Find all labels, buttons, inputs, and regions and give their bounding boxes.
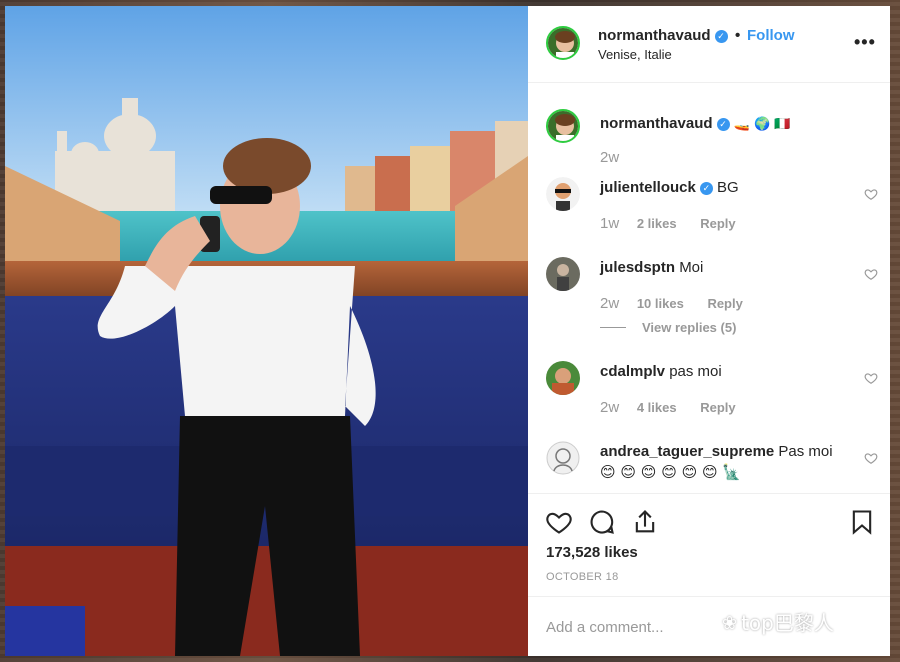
venice-boat-photo: [5, 6, 528, 656]
bookmark-icon[interactable]: [848, 508, 876, 536]
comment-text: cdalmplv pas moi: [600, 363, 722, 380]
post-header: normanthavaud ✓ • Follow Venise, Italie •…: [528, 6, 890, 83]
comment-likes-count[interactable]: 10 likes: [637, 296, 684, 311]
comment-age: 2w: [600, 295, 620, 312]
follow-button[interactable]: Follow: [747, 27, 795, 44]
verified-badge-icon: ✓: [699, 182, 713, 195]
wechat-logo-icon: ❀: [722, 613, 738, 634]
comment-meta: 1w 2 likes Reply: [600, 215, 736, 232]
comment-icon[interactable]: [588, 508, 616, 536]
watermark: ❀ top巴黎人: [722, 607, 834, 636]
comment-emoji-line: 😊 😊 😊 😊 😊 😊 🗽: [600, 463, 742, 481]
comment-like-heart-icon[interactable]: [864, 267, 878, 281]
comment-likes-count[interactable]: 4 likes: [637, 400, 677, 415]
comment-body: Moi: [679, 259, 704, 276]
watermark-text: top巴黎人: [741, 611, 834, 635]
comment-body: Pas moi: [778, 443, 833, 460]
comment-reply-button[interactable]: Reply: [707, 296, 742, 311]
comment-body: BG: [717, 179, 739, 196]
comment-like-heart-icon[interactable]: [864, 371, 878, 385]
comment-age: 1w: [600, 215, 620, 232]
commenter-avatar[interactable]: [546, 257, 580, 291]
like-heart-icon[interactable]: [545, 508, 573, 536]
comment-meta: 2w 4 likes Reply: [600, 399, 736, 416]
comment-likes-count[interactable]: 2 likes: [637, 216, 677, 231]
comments-list[interactable]: normanthavaud ✓ 🚤 🌍 🇮🇹 2w julientellouck ✓…: [528, 83, 890, 493]
post-location[interactable]: Venise, Italie: [598, 47, 672, 62]
view-replies-divider: [600, 327, 626, 328]
comment-username[interactable]: cdalmplv: [600, 363, 665, 380]
caption-age: 2w: [600, 149, 620, 166]
comment-reply-button[interactable]: Reply: [700, 400, 735, 415]
comment-age: 2w: [600, 399, 620, 416]
comment-body: pas moi: [669, 363, 722, 380]
caption-username[interactable]: normanthavaud: [600, 115, 713, 132]
comment-username[interactable]: julientellouck: [600, 179, 696, 196]
caption-text: normanthavaud ✓ 🚤 🌍 🇮🇹: [600, 115, 791, 132]
view-replies-label[interactable]: View replies (5): [642, 320, 736, 335]
caption-body: 🚤 🌍 🇮🇹: [733, 117, 791, 132]
post-side-panel: normanthavaud ✓ • Follow Venise, Italie •…: [528, 6, 890, 656]
comment-like-heart-icon[interactable]: [864, 451, 878, 465]
comment-text: julesdsptn Moi: [600, 259, 703, 276]
author-username-text[interactable]: normanthavaud: [598, 27, 711, 44]
header-separator: •: [735, 27, 741, 44]
commenter-avatar[interactable]: [546, 441, 580, 475]
post-likes-count[interactable]: 173,528 likes: [546, 544, 638, 561]
post-date[interactable]: OCTOBER 18: [546, 571, 619, 583]
comment-reply-button[interactable]: Reply: [700, 216, 735, 231]
comment-meta: 2w 10 likes Reply: [600, 295, 743, 312]
comment-like-heart-icon[interactable]: [864, 187, 878, 201]
commenter-avatar[interactable]: [546, 177, 580, 211]
author-username[interactable]: normanthavaud ✓: [598, 27, 728, 44]
caption-author-avatar[interactable]: [546, 109, 580, 143]
caption-meta: 2w: [600, 149, 619, 166]
share-icon[interactable]: [631, 508, 659, 536]
comment-username[interactable]: julesdsptn: [600, 259, 675, 276]
add-comment-bar: [528, 596, 890, 656]
more-options-icon[interactable]: •••: [854, 32, 876, 53]
verified-badge-icon: ✓: [714, 30, 728, 43]
post-photo[interactable]: [5, 6, 528, 656]
commenter-avatar[interactable]: [546, 361, 580, 395]
comment-text: julientellouck ✓ BG: [600, 179, 739, 196]
post-actions: 173,528 likes OCTOBER 18: [528, 493, 890, 596]
author-avatar[interactable]: [546, 26, 580, 60]
comment-text: andrea_taguer_supreme Pas moi: [600, 443, 833, 460]
view-replies-button[interactable]: View replies (5): [600, 320, 736, 335]
comment-username[interactable]: andrea_taguer_supreme: [600, 443, 774, 460]
verified-badge-icon: ✓: [716, 118, 730, 131]
